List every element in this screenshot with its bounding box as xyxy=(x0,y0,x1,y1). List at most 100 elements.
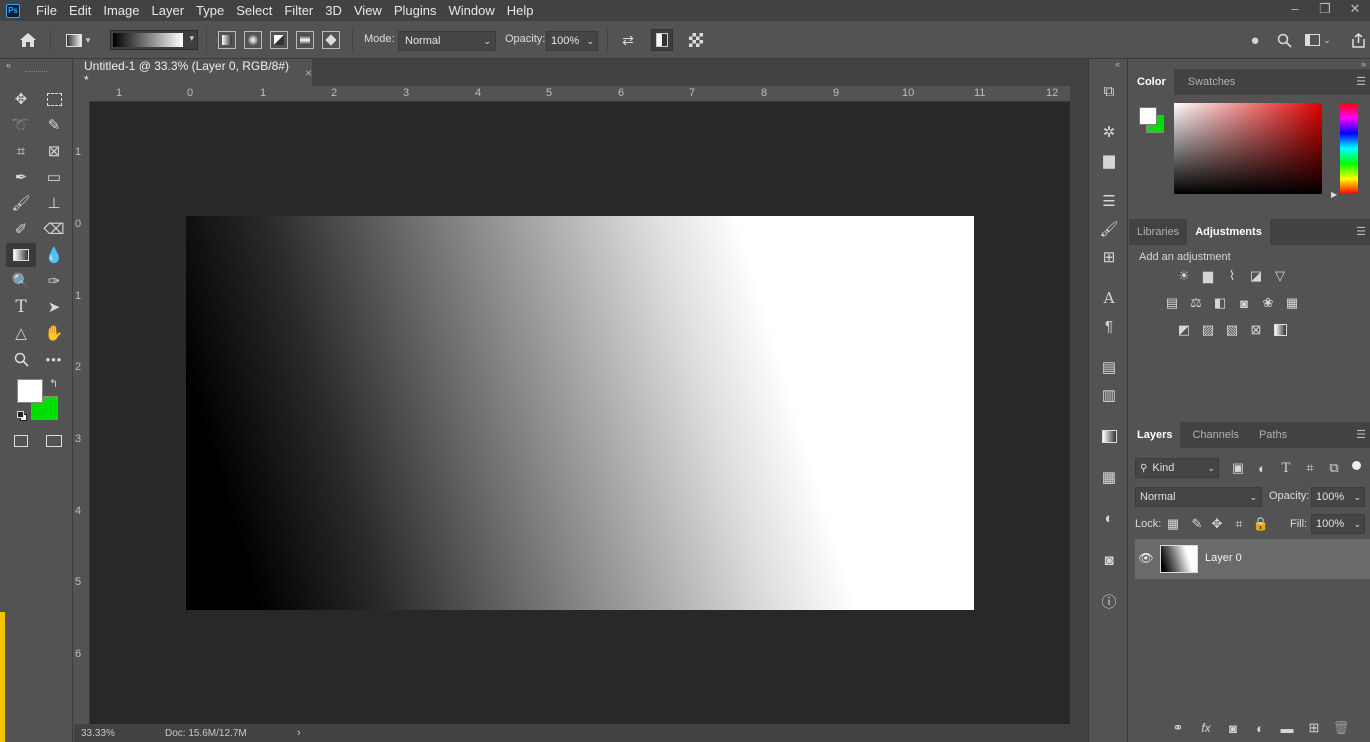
eyedropper-tool-icon[interactable]: ✒ xyxy=(8,166,34,188)
quick-selection-tool-icon[interactable]: ✎ xyxy=(41,114,67,136)
notes-icon[interactable]: ▤ xyxy=(1097,356,1121,378)
collapse-icon[interactable]: « xyxy=(1115,59,1120,69)
layer-row[interactable]: 👁 Layer 0 xyxy=(1135,539,1370,579)
vertical-ruler[interactable]: 1 0 1 2 3 4 5 6 xyxy=(74,102,90,724)
gradient-tool-icon[interactable] xyxy=(6,243,36,267)
curves-icon[interactable]: ⌇ xyxy=(1223,267,1241,285)
gradients-panel-icon[interactable] xyxy=(1097,425,1121,447)
menu-file[interactable]: File xyxy=(30,0,63,21)
menu-edit[interactable]: Edit xyxy=(63,0,97,21)
eye-visibility-icon[interactable]: 👁 xyxy=(1138,551,1153,565)
tool-preset-picker[interactable]: ▾ xyxy=(60,30,96,50)
filter-shape-icon[interactable]: ⌗ xyxy=(1301,459,1319,477)
lock-artboard-icon[interactable]: ⌗ xyxy=(1230,515,1248,533)
tab-paths[interactable]: Paths xyxy=(1251,422,1295,448)
lock-position-icon[interactable]: ✥ xyxy=(1208,515,1226,533)
selective-color-icon[interactable]: ⊠ xyxy=(1247,321,1265,339)
angle-gradient-icon[interactable] xyxy=(270,31,288,49)
marquee-tool-icon[interactable] xyxy=(41,88,67,110)
panel-menu-icon[interactable]: ☰ xyxy=(1356,428,1366,441)
home-icon[interactable] xyxy=(16,29,40,51)
tab-color[interactable]: Color xyxy=(1129,69,1174,95)
lock-transparency-icon[interactable]: ▦ xyxy=(1164,515,1182,533)
search-icon[interactable] xyxy=(1274,30,1294,50)
history-brush-tool-icon[interactable]: ✐ xyxy=(8,218,34,240)
layer-opacity-field[interactable]: 100% ⌄ xyxy=(1311,487,1365,507)
history-icon[interactable]: ⧉ xyxy=(1097,80,1121,102)
tab-channels[interactable]: Channels xyxy=(1184,422,1246,448)
paragraph-icon[interactable]: ¶ xyxy=(1097,315,1121,337)
frame-tool-icon[interactable]: ⊠ xyxy=(41,140,67,162)
blend-mode-dropdown[interactable]: Normal ⌄ xyxy=(1135,487,1262,507)
fx-icon[interactable]: fx xyxy=(1197,719,1215,737)
collapse-icon[interactable]: « xyxy=(6,60,11,70)
new-layer-icon[interactable]: ⊞ xyxy=(1305,719,1323,737)
menu-filter[interactable]: Filter xyxy=(278,0,319,21)
color-foreground-swatch[interactable] xyxy=(1139,107,1157,125)
tab-libraries[interactable]: Libraries xyxy=(1129,219,1187,245)
layer-kind-filter[interactable]: ⚲ Kind ⌄ xyxy=(1135,458,1219,478)
hand-tool-icon[interactable]: ✋ xyxy=(41,322,67,344)
status-menu-arrow[interactable]: › xyxy=(297,727,301,739)
swap-colors-icon[interactable]: ↰ xyxy=(49,377,58,390)
vertical-scrollbar[interactable] xyxy=(1070,86,1088,724)
trash-icon[interactable]: 🗑 xyxy=(1332,719,1350,737)
ruler-origin[interactable] xyxy=(74,86,90,102)
quick-mask-icon[interactable] xyxy=(8,430,34,452)
menu-type[interactable]: Type xyxy=(190,0,230,21)
histogram-icon[interactable]: ▆ xyxy=(1097,149,1121,171)
move-tool-icon[interactable]: ✥ xyxy=(8,88,34,110)
spot-healing-tool-icon[interactable]: ▭ xyxy=(41,166,67,188)
pen-tool-icon[interactable]: ✑ xyxy=(41,270,67,292)
blur-tool-icon[interactable]: 💧 xyxy=(41,244,67,266)
navigator-icon[interactable]: ✲ xyxy=(1097,121,1121,143)
horizontal-ruler[interactable]: 1 0 1 2 3 4 5 6 7 8 9 10 11 12 xyxy=(90,86,1070,102)
share-icon[interactable] xyxy=(1348,30,1368,50)
transparency-icon[interactable] xyxy=(686,30,706,50)
crop-tool-icon[interactable]: ⌗ xyxy=(8,140,34,162)
brush-tool-icon[interactable]: 🖌 xyxy=(8,192,34,214)
filter-pixel-icon[interactable]: ▣ xyxy=(1229,459,1247,477)
clone-stamp-tool-icon[interactable]: ⊥ xyxy=(41,192,67,214)
mask-icon[interactable]: ◙ xyxy=(1224,719,1242,737)
workspace-switcher-icon[interactable]: ⌄ xyxy=(1302,30,1334,50)
vibrance-icon[interactable]: ▽ xyxy=(1271,267,1289,285)
black-white-icon[interactable]: ◧ xyxy=(1211,294,1229,312)
mode-dropdown[interactable]: Normal ⌄ xyxy=(398,31,496,51)
hue-slider[interactable] xyxy=(1340,103,1358,194)
invert-icon[interactable]: ◩ xyxy=(1175,321,1193,339)
eraser-tool-icon[interactable]: ⌫ xyxy=(41,218,67,240)
grip-handle[interactable] xyxy=(25,71,47,74)
filter-adjustment-icon[interactable]: ◐ xyxy=(1253,459,1271,477)
zoom-tool-icon[interactable] xyxy=(8,348,34,370)
info-icon[interactable]: ⓘ xyxy=(1097,590,1121,612)
layer-name[interactable]: Layer 0 xyxy=(1205,552,1242,564)
group-folder-icon[interactable]: ▬ xyxy=(1278,719,1296,737)
minimize-button[interactable]: – xyxy=(1280,0,1310,21)
hue-saturation-icon[interactable]: ▤ xyxy=(1163,294,1181,312)
styles-icon[interactable]: ◐ xyxy=(1097,507,1121,529)
menu-view[interactable]: View xyxy=(348,0,388,21)
exposure-icon[interactable]: ◪ xyxy=(1247,267,1265,285)
fill-field[interactable]: 100% ⌄ xyxy=(1311,514,1365,534)
document-canvas[interactable] xyxy=(186,216,974,610)
panel-menu-icon[interactable]: ☰ xyxy=(1356,75,1366,88)
panel-menu-icon[interactable]: ☰ xyxy=(1356,225,1366,238)
menu-select[interactable]: Select xyxy=(230,0,278,21)
restore-button[interactable]: ❐ xyxy=(1310,0,1340,21)
menu-help[interactable]: Help xyxy=(501,0,540,21)
foreground-color-swatch[interactable] xyxy=(17,379,43,403)
reverse-icon[interactable]: ⇄ xyxy=(618,30,638,50)
menu-3d[interactable]: 3D xyxy=(319,0,348,21)
more-tools-icon[interactable]: ••• xyxy=(41,348,67,370)
camera-icon[interactable]: ◙ xyxy=(1097,549,1121,571)
type-tool-icon[interactable]: T xyxy=(8,296,34,318)
levels-icon[interactable]: ▆ xyxy=(1199,267,1217,285)
filter-type-icon[interactable]: T xyxy=(1277,459,1295,477)
lasso-tool-icon[interactable]: ➰ xyxy=(8,114,34,136)
dodge-tool-icon[interactable]: 🔍 xyxy=(8,270,34,292)
canvas-pasteboard[interactable] xyxy=(90,102,1070,724)
screen-mode-icon[interactable] xyxy=(41,430,67,452)
shape-tool-icon[interactable]: △ xyxy=(8,322,34,344)
photo-filter-icon[interactable]: ◙ xyxy=(1235,294,1253,312)
